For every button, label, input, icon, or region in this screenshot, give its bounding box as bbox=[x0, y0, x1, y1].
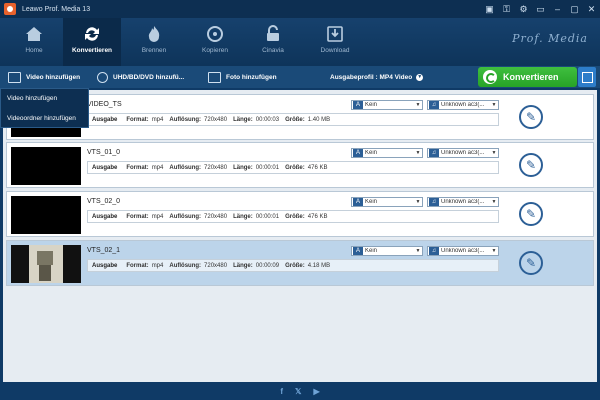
video-frame-image bbox=[11, 245, 81, 283]
subtitle-select[interactable]: A Kein ▼ bbox=[351, 100, 423, 110]
file-info: Ausgabe Format: mp4 Auflösung: 720x480 Län… bbox=[87, 210, 499, 223]
layout-toggle-button[interactable] bbox=[578, 67, 596, 87]
chevron-down-icon: ▼ bbox=[416, 73, 424, 81]
audio-icon: ♫ bbox=[429, 198, 439, 206]
settings-icon[interactable]: ⚙ bbox=[515, 0, 532, 18]
chevron-down-icon: ▼ bbox=[415, 199, 421, 205]
subtitle-icon: A bbox=[353, 149, 363, 157]
youtube-icon[interactable]: ▶ bbox=[313, 387, 319, 396]
audio-icon: ♫ bbox=[429, 101, 439, 109]
cinavia-icon bbox=[267, 25, 279, 41]
title-bar: Leawo Prof. Media 13 ▣ ⚿ ⚙ ▭ – ▢ ✕ bbox=[0, 0, 600, 18]
video-thumbnail bbox=[11, 196, 81, 234]
chevron-down-icon: ▼ bbox=[491, 199, 497, 205]
subtitle-select[interactable]: A Kein ▼ bbox=[351, 197, 423, 207]
close-button[interactable]: ✕ bbox=[583, 0, 600, 18]
edit-icon[interactable]: ✎ bbox=[519, 153, 543, 177]
subtitle-select[interactable]: A Kein ▼ bbox=[351, 246, 423, 256]
file-name: VTS_02_1 bbox=[87, 247, 121, 254]
edit-icon[interactable]: ✎ bbox=[519, 105, 543, 129]
add-photo-button[interactable]: Foto hinzufügen bbox=[208, 66, 277, 88]
module-cinavia[interactable]: Cinavia bbox=[244, 18, 302, 66]
burn-icon bbox=[148, 26, 160, 42]
disc-icon bbox=[97, 71, 108, 83]
file-row[interactable]: VTS_02_0 A Kein ▼ ♫ Unknown ac3(... ▼ Ausgab… bbox=[6, 191, 594, 237]
window-title: Leawo Prof. Media 13 bbox=[22, 5, 91, 13]
subtitle-select[interactable]: A Kein ▼ bbox=[351, 148, 423, 158]
facebook-icon[interactable]: f bbox=[280, 387, 283, 396]
photo-icon bbox=[208, 71, 221, 83]
file-info: Ausgabe Format: mp4 Auflösung: 720x480 Län… bbox=[87, 259, 499, 272]
film-icon bbox=[8, 71, 21, 83]
file-info: Ausgabe Format: mp4 Auflösung: 720x480 Län… bbox=[87, 113, 499, 126]
chevron-down-icon: ▼ bbox=[491, 248, 497, 254]
audio-select[interactable]: ♫ Unknown ac3(... ▼ bbox=[427, 100, 499, 110]
file-row[interactable]: VTS_02_1 A Kein ▼ ♫ Unknown ac3(... ▼ Ausgab… bbox=[6, 240, 594, 286]
chevron-down-icon: ▼ bbox=[491, 150, 497, 156]
file-name: VIDEO_TS bbox=[87, 101, 122, 108]
brand-logo: Prof. Media bbox=[512, 32, 588, 45]
chevron-down-icon: ▼ bbox=[415, 102, 421, 108]
module-konvertieren[interactable]: Konvertieren bbox=[63, 18, 121, 66]
audio-icon: ♫ bbox=[429, 247, 439, 255]
audio-select[interactable]: ♫ Unknown ac3(... ▼ bbox=[427, 197, 499, 207]
audio-icon: ♫ bbox=[429, 149, 439, 157]
maximize-button[interactable]: ▢ bbox=[566, 0, 583, 18]
video-thumbnail bbox=[11, 147, 81, 185]
module-kopieren[interactable]: Kopieren bbox=[186, 18, 244, 66]
video-thumbnail bbox=[11, 245, 81, 283]
convert-icon bbox=[483, 70, 497, 84]
cart-icon[interactable]: ▣ bbox=[481, 0, 498, 18]
subtitle-icon: A bbox=[353, 247, 363, 255]
minimize-button[interactable]: – bbox=[549, 0, 566, 18]
file-info: Ausgabe Format: mp4 Auflösung: 720x480 Län… bbox=[87, 161, 499, 174]
twitter-x-icon[interactable]: 𝕏 bbox=[295, 387, 301, 396]
file-row[interactable]: VTS_01_0 A Kein ▼ ♫ Unknown ac3(... ▼ Ausgab… bbox=[6, 142, 594, 188]
menu-item-add-folder[interactable]: Videoordner hinzufügen bbox=[1, 109, 88, 129]
add-video-button[interactable]: Video hinzufügen bbox=[8, 66, 80, 88]
convert-button[interactable]: Konvertieren bbox=[478, 67, 577, 87]
add-video-dropdown: Video hinzufügen Videoordner hinzufügen bbox=[0, 88, 89, 128]
module-home[interactable]: Home bbox=[5, 18, 63, 66]
module-toolbar: Home Konvertieren Brennen Kopieren Cinav… bbox=[0, 18, 600, 66]
menu-item-add-video[interactable]: Video hinzufügen bbox=[1, 89, 88, 109]
app-logo-icon bbox=[4, 3, 16, 15]
chevron-down-icon: ▼ bbox=[415, 150, 421, 156]
chevron-down-icon: ▼ bbox=[415, 248, 421, 254]
feedback-icon[interactable]: ▭ bbox=[532, 0, 549, 18]
home-icon bbox=[26, 27, 42, 41]
add-disc-button[interactable]: UHD/BD/DVD hinzufü... bbox=[97, 66, 184, 88]
download-icon bbox=[327, 26, 343, 42]
audio-select[interactable]: ♫ Unknown ac3(... ▼ bbox=[427, 148, 499, 158]
module-download[interactable]: Download bbox=[306, 18, 364, 66]
subtitle-icon: A bbox=[353, 198, 363, 206]
file-row[interactable]: VIDEO_TS A Kein ▼ ♫ Unknown ac3(... ▼ Ausgab… bbox=[6, 94, 594, 140]
copy-icon bbox=[207, 26, 223, 42]
key-icon[interactable]: ⚿ bbox=[498, 0, 515, 18]
file-name: VTS_01_0 bbox=[87, 149, 121, 156]
audio-select[interactable]: ♫ Unknown ac3(... ▼ bbox=[427, 246, 499, 256]
file-name: VTS_02_0 bbox=[87, 198, 121, 205]
subtitle-icon: A bbox=[353, 101, 363, 109]
module-brennen[interactable]: Brennen bbox=[125, 18, 183, 66]
chevron-down-icon: ▼ bbox=[491, 102, 497, 108]
edit-icon[interactable]: ✎ bbox=[519, 251, 543, 275]
footer: f 𝕏 ▶ bbox=[0, 382, 600, 400]
file-list: VIDEO_TS A Kein ▼ ♫ Unknown ac3(... ▼ Ausgab… bbox=[3, 90, 597, 382]
output-profile-selector[interactable]: Ausgabeprofil : MP4 Video ▼ bbox=[330, 66, 424, 88]
edit-icon[interactable]: ✎ bbox=[519, 202, 543, 226]
convert-icon bbox=[85, 27, 99, 41]
